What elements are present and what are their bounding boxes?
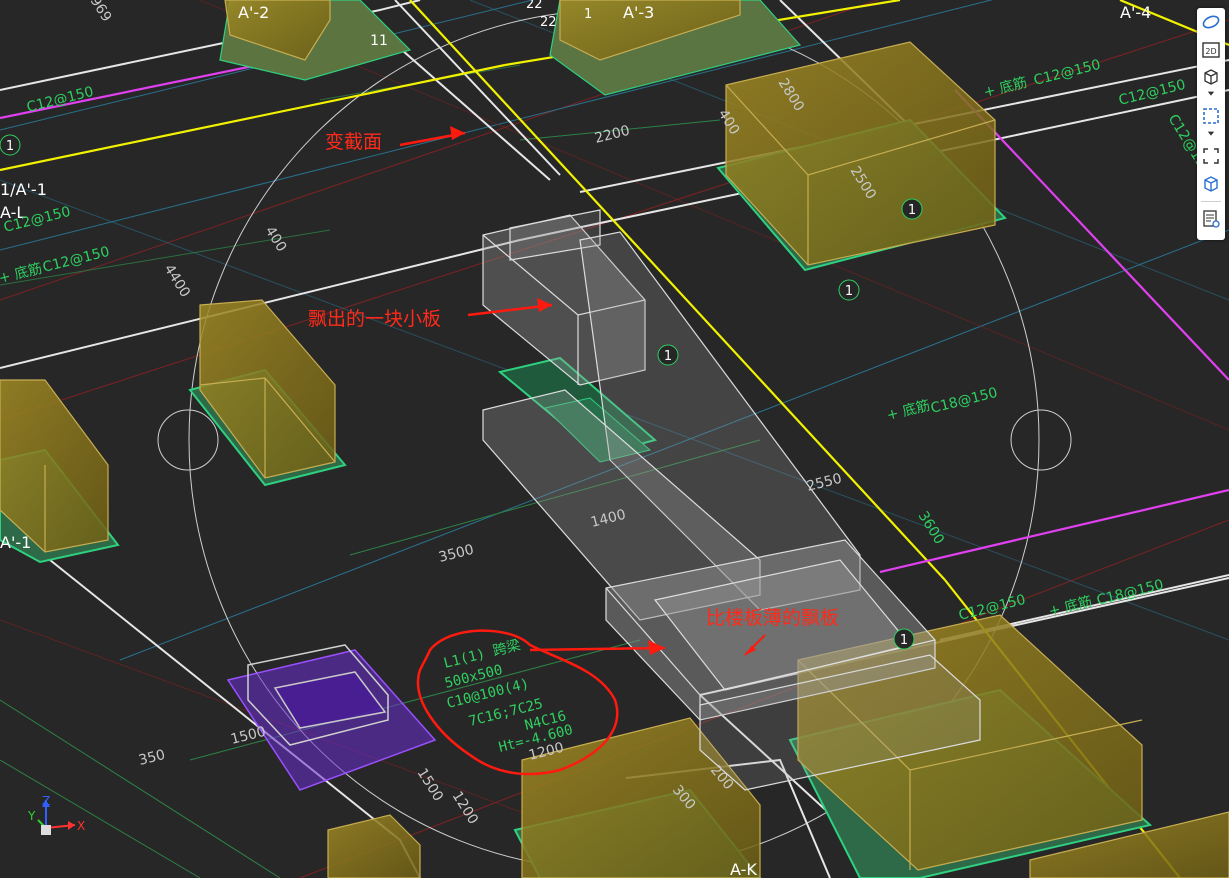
axis-label-a1: A'-1 <box>0 533 31 552</box>
2d-view-button[interactable]: 2D <box>1199 38 1223 62</box>
axis-label-a1a: 1/A'-1 <box>0 180 47 199</box>
properties-view-icon <box>1203 210 1220 228</box>
svg-text:2D: 2D <box>1205 47 1216 56</box>
bim-3d-scene[interactable]: A'-2 A'-3 A'-4 1/A'-1 A-L A'-1 A-K 22 22… <box>0 0 1229 878</box>
svg-text:1: 1 <box>664 349 672 364</box>
beams-and-slabs <box>482 209 981 791</box>
element-visibility-icon <box>1204 176 1218 192</box>
properties-view-button[interactable] <box>1199 207 1223 231</box>
model-viewport[interactable]: A'-2 A'-3 A'-4 1/A'-1 A-L A'-1 A-K 22 22… <box>0 0 1229 878</box>
orbit-icon <box>1202 15 1220 29</box>
axis-label-a3: A'-3 <box>623 3 654 22</box>
svg-text:+ 底筋: + 底筋 <box>982 74 1029 101</box>
axis-label-ak: A-K <box>730 860 757 878</box>
svg-text:22: 22 <box>540 15 557 30</box>
axis-label-a4: A'-4 <box>1120 3 1151 22</box>
svg-text:4400: 4400 <box>161 262 193 301</box>
view-dropdown[interactable] <box>1199 88 1223 100</box>
svg-text:Z: Z <box>42 794 50 808</box>
box-select-icon <box>1203 148 1219 164</box>
svg-text:350: 350 <box>137 747 167 769</box>
dropdown-icon <box>1207 91 1215 96</box>
svg-text:1: 1 <box>6 139 14 154</box>
2d-view-icon: 2D <box>1202 42 1220 58</box>
svg-text:+ 底筋: + 底筋 <box>1047 593 1094 620</box>
svg-text:1: 1 <box>900 633 908 648</box>
svg-text:X: X <box>77 819 85 833</box>
purple-pit <box>226 644 437 791</box>
svg-text:C18@150: C18@150 <box>1095 577 1165 609</box>
box-select-button[interactable] <box>1199 144 1223 168</box>
svg-text:969: 969 <box>87 0 115 25</box>
svg-text:2200: 2200 <box>593 123 631 147</box>
svg-text:2550: 2550 <box>805 471 843 495</box>
note-section-change: 变截面 <box>325 131 382 153</box>
svg-text:3500: 3500 <box>437 542 475 566</box>
svg-text:+ 底筋: + 底筋 <box>0 260 44 287</box>
note-thin-slab: 比楼板薄的飘板 <box>706 607 839 629</box>
toolbar-separator <box>1201 201 1221 202</box>
svg-text:11: 11 <box>370 33 388 49</box>
svg-text:1: 1 <box>584 7 592 22</box>
dropdown-icon <box>1207 131 1215 136</box>
axis-triad: X Y Z <box>27 794 85 835</box>
axis-label-a2: A'-2 <box>238 3 269 22</box>
element-visibility-button[interactable] <box>1199 172 1223 196</box>
svg-text:1: 1 <box>908 203 916 218</box>
svg-text:Y: Y <box>27 809 36 823</box>
svg-text:C12@150: C12@150 <box>1032 57 1102 89</box>
svg-text:1: 1 <box>845 284 853 299</box>
zoom-dropdown[interactable] <box>1199 128 1223 140</box>
svg-text:22: 22 <box>526 0 543 12</box>
3d-cube-icon <box>1204 69 1218 85</box>
note-floating-slab: 飘出的一块小板 <box>308 308 441 330</box>
view-toolbar: 2D <box>1197 8 1225 240</box>
svg-text:C12@150: C12@150 <box>25 84 95 116</box>
svg-text:1500: 1500 <box>414 766 446 805</box>
svg-text:C18@150: C18@150 <box>929 385 999 417</box>
svg-text:3600: 3600 <box>915 509 947 548</box>
zoom-extents-button[interactable] <box>1199 104 1223 128</box>
svg-text:1200: 1200 <box>449 789 481 828</box>
3d-view-button[interactable] <box>1199 65 1223 89</box>
svg-text:400: 400 <box>262 224 290 255</box>
orbit-button[interactable] <box>1199 10 1223 34</box>
svg-text:+ 底筋: + 底筋 <box>885 397 932 424</box>
zoom-extents-icon <box>1203 108 1219 124</box>
svg-text:C12@150: C12@150 <box>41 244 111 276</box>
